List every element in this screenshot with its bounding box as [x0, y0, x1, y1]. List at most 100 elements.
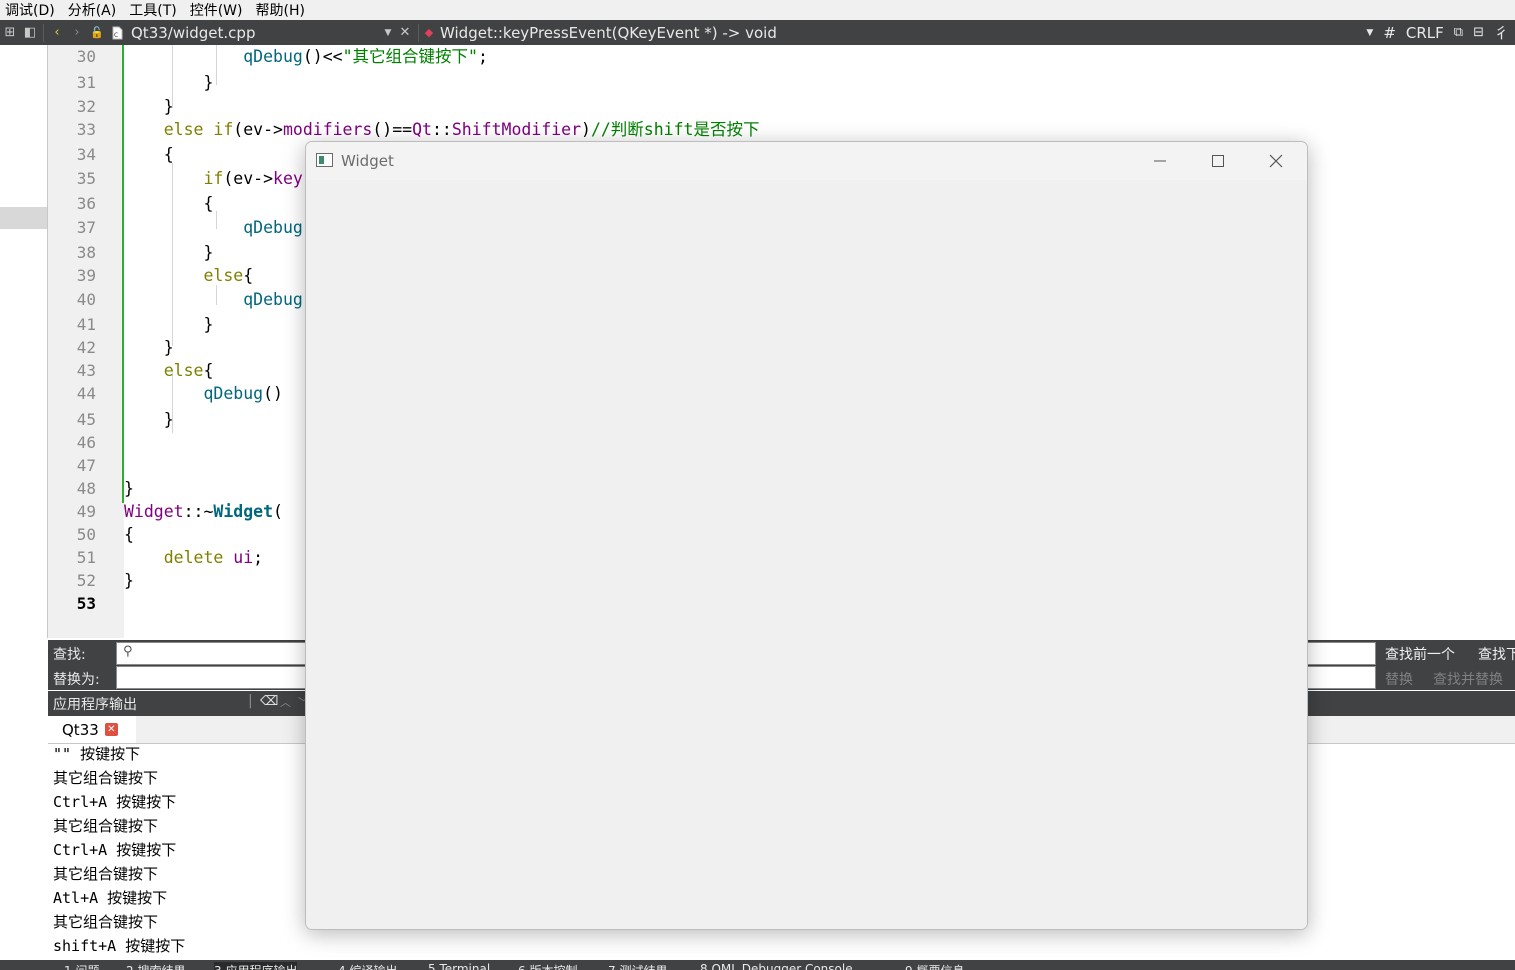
symbol-selector[interactable]: Widget::keyPressEvent(QKeyEvent *) -> vo…	[436, 24, 1366, 42]
line-number: 30	[76, 47, 96, 66]
menu-bar: 调试(D) 分析(A) 工具(T) 控件(W) 帮助(H)	[0, 0, 1515, 20]
code-line: delete ui;	[124, 548, 264, 567]
find-label: 查找:	[53, 647, 86, 663]
clean-output-icon[interactable]: ⌫	[260, 694, 278, 709]
more-label[interactable]: 彳	[1494, 22, 1509, 43]
output-line: Atl+A 按键按下	[53, 889, 168, 907]
line-number-current: 53	[76, 594, 96, 613]
line-number: 33	[76, 120, 96, 139]
file-icon: C	[107, 20, 127, 45]
code-line: else{	[124, 266, 254, 285]
widget-window[interactable]: Widget	[305, 141, 1308, 930]
line-number: 51	[76, 548, 96, 567]
sidebar-toggle-icon[interactable]: ◧	[20, 20, 40, 45]
bottom-tab-app-output[interactable]: 3 应用程序输出	[214, 962, 298, 970]
output-line: 其它组合键按下	[53, 913, 159, 931]
chevron-down-icon[interactable]: ▼	[381, 20, 395, 45]
output-line: 其它组合键按下	[53, 865, 159, 883]
replace-and-find-button[interactable]: 查找并替换	[1433, 669, 1503, 689]
split-horizontal-icon[interactable]: ⧉	[1454, 25, 1463, 40]
line-number: 46	[76, 433, 96, 452]
function-icon: ◆	[424, 26, 434, 39]
line-number: 43	[76, 361, 96, 380]
line-number: 47	[76, 456, 96, 475]
bottom-tab-qml[interactable]: 8 QML Debugger Console	[700, 962, 853, 970]
line-number: 39	[76, 266, 96, 285]
menu-help[interactable]: 帮助(H)	[251, 0, 313, 20]
bottom-tab-tests[interactable]: 7 测试结果	[608, 962, 667, 970]
toolbar-separator	[418, 23, 419, 42]
hash-label[interactable]: #	[1383, 24, 1396, 42]
code-line: {	[124, 525, 134, 544]
open-file-selector[interactable]: Qt33/widget.cpp	[127, 24, 381, 42]
line-number: 52	[76, 571, 96, 590]
line-number: 42	[76, 338, 96, 357]
code-line: {	[124, 194, 214, 213]
close-file-icon[interactable]: ✕	[395, 20, 415, 45]
chevron-up-icon[interactable]: ︿	[280, 694, 291, 710]
widget-window-titlebar[interactable]: Widget	[306, 142, 1307, 180]
bottom-tab-compile[interactable]: 4 编译输出	[338, 962, 397, 970]
left-sidebar	[0, 45, 48, 638]
search-icon: ⚲	[123, 644, 133, 659]
toolbar-separator	[43, 23, 44, 42]
code-line: }	[124, 315, 214, 334]
code-line: }	[124, 338, 174, 357]
output-line: "" 按键按下	[53, 745, 141, 763]
bottom-tab-bar: 1 问题 2 搜索结果 3 应用程序输出 4 编译输出 5 Terminal 6…	[0, 960, 1515, 970]
maximize-icon	[1212, 155, 1224, 167]
svg-text:C: C	[114, 32, 118, 39]
code-line: }	[124, 73, 214, 92]
line-number: 40	[76, 290, 96, 309]
close-button[interactable]	[1247, 142, 1305, 180]
minimize-button[interactable]	[1131, 142, 1189, 180]
header-separator: |	[248, 693, 253, 709]
line-ending-selector[interactable]: CRLF	[1406, 24, 1444, 42]
find-next-button[interactable]: 查找下	[1478, 644, 1515, 664]
code-line: qDebug	[243, 290, 303, 309]
line-number: 31	[76, 73, 96, 92]
forward-arrow-icon[interactable]: ›	[67, 20, 87, 45]
output-pane-title: 应用程序输出	[53, 697, 137, 713]
replace-button[interactable]: 替换	[1385, 669, 1413, 689]
bottom-tab-terminal[interactable]: 5 Terminal	[428, 962, 490, 970]
line-number: 37	[76, 218, 96, 237]
close-split-icon[interactable]: ⊟	[1473, 25, 1484, 40]
bottom-tab-issues[interactable]: 1 问题	[64, 962, 99, 970]
code-line: else{	[124, 361, 214, 380]
output-line: shift+A 按键按下	[53, 937, 186, 955]
lock-icon[interactable]: 🔓	[87, 20, 107, 45]
minimize-icon	[1154, 160, 1166, 162]
menu-widgets[interactable]: 控件(W)	[185, 0, 251, 20]
code-line: }	[124, 571, 134, 590]
code-line: qDebug	[243, 218, 303, 237]
code-line: {	[124, 145, 174, 164]
chevron-down-icon[interactable]: ▼	[1366, 28, 1373, 38]
maximize-button[interactable]	[1189, 142, 1247, 180]
bottom-tab-summary[interactable]: 9 概要信息	[905, 962, 964, 970]
bottom-tab-search[interactable]: 2 搜索结果	[126, 962, 185, 970]
code-line: qDebug()	[203, 384, 283, 403]
back-arrow-icon[interactable]: ‹	[47, 20, 67, 45]
close-icon	[1269, 154, 1283, 168]
output-tab-label: Qt33	[62, 720, 99, 739]
menu-analyze[interactable]: 分析(A)	[63, 0, 125, 20]
find-previous-button[interactable]: 查找前一个	[1385, 644, 1455, 664]
toolbar-right: ▼ # CRLF ⧉ ⊟ 彳	[1366, 22, 1515, 43]
line-number: 35	[76, 169, 96, 188]
widget-window-body[interactable]	[306, 180, 1307, 929]
output-line: 其它组合键按下	[53, 817, 159, 835]
code-line: }	[124, 97, 174, 116]
split-view-icon[interactable]: ⊞	[0, 20, 20, 45]
close-tab-icon[interactable]: ✕	[104, 723, 118, 736]
bottom-tab-vcs[interactable]: 6 版本控制	[518, 962, 577, 970]
line-number: 44	[76, 384, 96, 403]
code-line: Widget::~Widget(	[124, 502, 283, 521]
output-tab-qt33[interactable]: Qt33 ✕	[48, 716, 136, 743]
code-line: else if(ev->modifiers()==Qt::ShiftModifi…	[124, 120, 760, 139]
menu-debug[interactable]: 调试(D)	[0, 0, 63, 20]
line-number: 41	[76, 315, 96, 334]
line-number: 34	[76, 145, 96, 164]
line-number: 48	[76, 479, 96, 498]
menu-tools[interactable]: 工具(T)	[124, 0, 184, 20]
